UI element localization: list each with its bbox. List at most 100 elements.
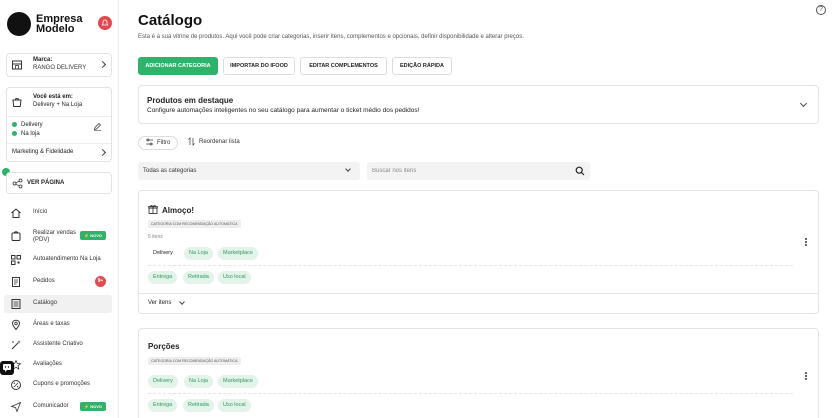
mode-chip[interactable]: Retirada (183, 271, 214, 284)
nav-item-areas-taxas[interactable]: Áreas e taxas (4, 316, 112, 334)
nav-item-comunicador[interactable]: Comunicador ⚡ NOVO (4, 398, 112, 416)
nav-item-pedidos[interactable]: Pedidos 9+ (4, 273, 112, 291)
nav-item-autoatendimento[interactable]: Autoatendimento Na Loja (4, 251, 112, 269)
more-options-icon[interactable] (805, 372, 808, 381)
nav-item-catalogo[interactable]: Catálogo (4, 295, 112, 313)
category-select[interactable]: Todas as categorias (138, 162, 360, 180)
sidebar: Empresa Modelo Marca: RANGO DELIVERY Voc… (0, 0, 119, 418)
reorder-icon (188, 137, 195, 146)
view-items-label: Ver itens (148, 300, 172, 306)
mode-chip[interactable]: Uso local (218, 399, 251, 412)
brand-selector-label: Marca: (33, 57, 53, 63)
channel-chip[interactable]: Na Loja (184, 375, 213, 388)
add-category-button[interactable]: ADICIONAR CATEGORIA (138, 57, 218, 75)
store-icon (12, 60, 22, 70)
search-input[interactable] (372, 166, 562, 176)
brand-selector[interactable]: Marca: RANGO DELIVERY (6, 53, 112, 77)
nav-label: Início (33, 209, 48, 215)
nav-label: Comunicador (33, 403, 69, 409)
receipt-icon (12, 277, 20, 287)
main-content: ? Catálogo Esta é a sua vitrine de produ… (119, 0, 835, 418)
brand-name: Empresa Modelo (36, 14, 82, 35)
help-icon[interactable]: ? (816, 5, 826, 15)
channel-delivery: Delivery (12, 122, 43, 128)
new-badge-label: NOVO (90, 233, 102, 238)
new-badge: ⚡ NOVO (80, 402, 106, 411)
category-name: Porções (148, 342, 180, 351)
edit-pencil-icon[interactable] (93, 122, 102, 131)
nav-item-avaliacoes[interactable]: Avaliações (4, 356, 112, 374)
category-card: Almoço! CATEGORIA COM RECOMENDAÇÃO AUTOM… (138, 190, 819, 314)
brand: Empresa Modelo (7, 12, 113, 38)
mode-chip[interactable]: Entrega (148, 399, 178, 412)
divider (148, 393, 793, 394)
nav-label: Cupons e promoções (33, 381, 91, 387)
qrcode-icon (11, 255, 21, 265)
chevron-down-icon (179, 299, 185, 305)
mode-chip[interactable]: Uso local (218, 271, 251, 284)
filter-label: Filtro (157, 140, 171, 146)
featured-products-panel[interactable]: Produtos em destaque Configure automaçõe… (138, 85, 819, 124)
quick-edit-button[interactable]: EDIÇÃO RÁPIDA (392, 57, 452, 75)
nav-label: Áreas e taxas (33, 321, 70, 327)
store-status-card: Você está em: Delivery + Na Loja Deliver… (6, 87, 112, 162)
nav-label: Avaliações (33, 361, 62, 367)
chevron-right-icon (98, 148, 107, 157)
channel-label: Na loja (21, 131, 40, 138)
view-page-label: VER PÁGINA (27, 180, 65, 186)
nav-item-inicio[interactable]: Início (4, 204, 112, 222)
divider (148, 265, 793, 266)
reorder-label: Reordenar lista (199, 139, 240, 145)
support-chat-button[interactable] (0, 361, 14, 375)
nav-item-realizar-vendas[interactable]: Realizar vendas (PDV) ⚡ NOVO (4, 227, 112, 245)
category-select-value: Todas as categorias (143, 168, 197, 174)
edit-complements-button[interactable]: EDITAR COMPLEMENTOS (300, 57, 387, 75)
category-title: Porções (148, 342, 180, 351)
view-page-button[interactable]: VER PÁGINA (6, 172, 112, 194)
channel-chip[interactable]: Marketplace (218, 375, 258, 388)
filter-button[interactable]: Filtro (138, 136, 178, 150)
category-name: Almoço! (162, 206, 194, 215)
brand-selector-value: RANGO DELIVERY (33, 65, 87, 71)
send-icon (10, 401, 22, 413)
menu-book-icon (11, 299, 21, 309)
share-icon (12, 178, 23, 189)
channel-chip[interactable]: Marketplace (218, 247, 258, 260)
nav-label: Realizar vendas (PDV) (33, 230, 77, 243)
divider (7, 143, 111, 144)
channel-chip[interactable]: Na Loja (184, 247, 213, 260)
filter-icon (146, 139, 153, 146)
category-title: Almoço! (148, 204, 194, 215)
page-subtitle: Esta é a sua vitrine de produtos. Aqui v… (138, 34, 524, 40)
channel-na-loja: Na loja (12, 131, 40, 137)
reorder-list-button[interactable]: Reordenar lista (187, 136, 257, 150)
orders-count-badge: 9+ (95, 276, 106, 287)
channel-chip[interactable]: Delivery (148, 247, 178, 260)
item-count: 5 itens (148, 234, 163, 240)
nav-item-assistente[interactable]: Assistente Criativo (4, 336, 112, 354)
chevron-right-icon (98, 60, 107, 69)
brand-name-line2: Modelo (36, 23, 75, 35)
mode-chip[interactable]: Entrega (148, 271, 178, 284)
magic-wand-icon (11, 340, 21, 350)
nav-label: Autoatendimento Na Loja (33, 256, 101, 262)
home-icon (11, 208, 21, 218)
channel-chip[interactable]: Delivery (148, 375, 178, 388)
discount-icon (11, 380, 21, 390)
view-items-toggle[interactable]: Ver itens (139, 293, 818, 315)
nav-item-cupons[interactable]: Cupons e promoções (4, 376, 112, 394)
more-options-icon[interactable] (805, 238, 808, 247)
import-ifood-button[interactable]: IMPORTAR DO IFOOD (223, 57, 295, 75)
chat-icon (3, 364, 11, 372)
marketing-link[interactable]: Marketing & Fidelidade (12, 149, 73, 155)
mode-chip[interactable]: Retirada (183, 399, 214, 412)
brand-logo (7, 12, 31, 36)
notification-bell-button[interactable] (98, 16, 112, 30)
auto-recommendation-tag: CATEGORIA COM RECOMENDAÇÃO AUTOMÁTICA (148, 220, 241, 228)
status-dot (12, 131, 17, 136)
new-badge-label: NOVO (90, 404, 102, 409)
search-icon[interactable] (575, 166, 585, 176)
location-icon (11, 319, 21, 331)
page-title: Catálogo (138, 12, 203, 29)
bag-icon (11, 231, 21, 241)
